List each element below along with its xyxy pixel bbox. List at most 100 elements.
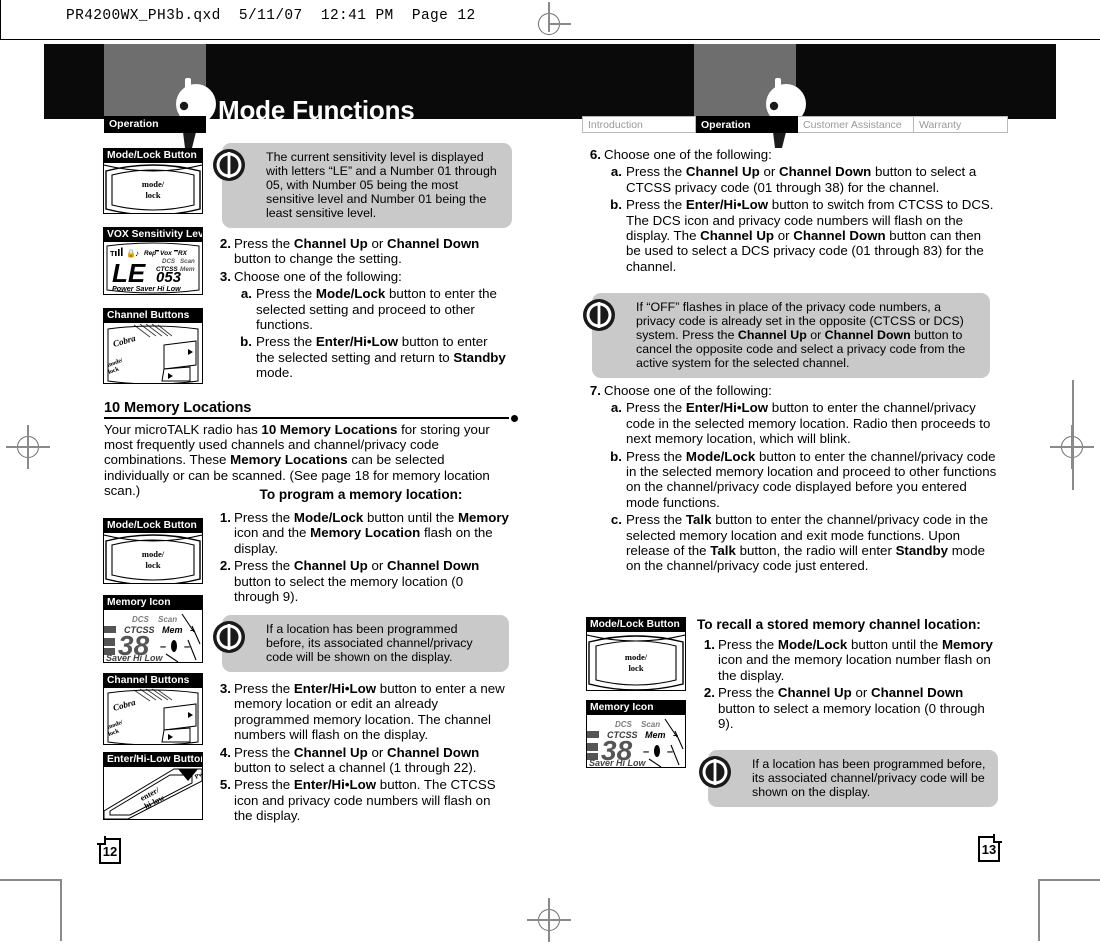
scan-edge-line bbox=[0, 0, 1, 40]
spine-tab-operation[interactable]: Operation bbox=[104, 116, 206, 133]
registration-mark-bottom bbox=[527, 898, 571, 942]
svg-text:mode/: mode/ bbox=[142, 549, 165, 559]
figure-caption: Mode/Lock Button bbox=[104, 519, 202, 533]
substep-number: b. bbox=[610, 448, 622, 464]
subheading-program-memory: To program a memory location: bbox=[259, 487, 463, 502]
tab-introduction[interactable]: Introduction bbox=[582, 116, 696, 133]
crop-line-bottom-left bbox=[0, 879, 60, 881]
note-sensitivity-level: The current sensitivity level is display… bbox=[213, 143, 512, 229]
figure-memory-icon-1: Memory Icon DCS Scan CTCSS Mem – 38 – – bbox=[103, 595, 203, 663]
substep-number: b. bbox=[240, 334, 252, 350]
section-heading: 10 Memory Locations bbox=[104, 400, 252, 416]
substep-item: b. Press the Mode/Lock button to enter t… bbox=[604, 449, 998, 511]
step-text: Press the Enter/Hi•Low button to enter a… bbox=[234, 681, 505, 743]
substep-item: a. Press the Channel Up or Channel Down … bbox=[604, 164, 998, 195]
crop-line-bottom-right-v bbox=[1038, 879, 1040, 941]
scan-header-text: PR4200WX_PH3b.qxd 5/11/07 12:41 PM Page … bbox=[66, 8, 476, 24]
substep-text: Press the Enter/Hi•Low button to enter t… bbox=[626, 400, 991, 447]
registration-mark-top bbox=[527, 2, 571, 46]
tab-warranty[interactable]: Warranty bbox=[914, 116, 1008, 133]
substeps-list: a. Press the Channel Up or Channel Down … bbox=[604, 164, 998, 274]
step-number: 2. bbox=[219, 236, 231, 251]
info-bulb-icon bbox=[212, 620, 246, 654]
substep-number: a. bbox=[610, 164, 622, 180]
svg-text:DCS: DCS bbox=[615, 720, 633, 729]
substeps-list: a. Press the Enter/Hi•Low button to ente… bbox=[604, 400, 998, 573]
figure-caption: Mode/Lock Button bbox=[104, 149, 202, 163]
step-text: Press the Mode/Lock button until the Mem… bbox=[718, 637, 993, 683]
tab-customer-assistance[interactable]: Customer Assistance bbox=[798, 116, 914, 133]
step-item: 5. Press the Enter/Hi•Low button. The CT… bbox=[213, 777, 509, 823]
figure-memory-icon-right: Memory Icon DCS Scan CTCSS Mem – 38 – – bbox=[586, 700, 686, 768]
steps-program-part1: 1. Press the Mode/Lock button until the … bbox=[213, 510, 509, 606]
substep-item: b. Press the Enter/Hi•Low button to swit… bbox=[604, 197, 998, 274]
figure-channel-buttons-1: Channel Buttons Cobra mode/ lock bbox=[103, 308, 203, 384]
info-bulb-icon bbox=[698, 755, 732, 789]
figure-caption: Enter/Hi-Low Button bbox=[104, 753, 202, 767]
svg-text:Mem: Mem bbox=[645, 730, 666, 740]
step-number: 2. bbox=[219, 558, 231, 574]
section-rule bbox=[104, 414, 518, 422]
substep-number: b. bbox=[610, 197, 622, 213]
figure-caption: Channel Buttons bbox=[104, 309, 202, 323]
step-item: 1. Press the Mode/Lock button until the … bbox=[697, 637, 1000, 683]
substeps-list: a. Press the Mode/Lock button to enter t… bbox=[234, 286, 509, 380]
svg-text:Scan: Scan bbox=[641, 720, 660, 729]
step-number: 6. bbox=[589, 147, 601, 162]
note-text: If a location has been programmed before… bbox=[752, 757, 986, 800]
figure-mode-lock-button-right: Mode/Lock Button mode/ lock bbox=[586, 617, 686, 691]
step-number: 1. bbox=[219, 510, 231, 525]
svg-text:Rep: Rep bbox=[144, 250, 156, 257]
figure-art-enter-hilow: enter/ hi-low Pw bbox=[104, 767, 202, 819]
step-text: Choose one of the following: bbox=[604, 147, 772, 162]
substep-number: a. bbox=[240, 286, 252, 302]
step-item: 7. Choose one of the following: a. Press… bbox=[583, 383, 998, 574]
substep-number: a. bbox=[610, 400, 622, 416]
svg-text:–: – bbox=[160, 641, 166, 653]
svg-text:Saver Hi Low: Saver Hi Low bbox=[106, 653, 164, 662]
steps-list-6: 6. Choose one of the following: a. Press… bbox=[583, 147, 998, 276]
substep-text: Press the Channel Up or Channel Down but… bbox=[626, 164, 977, 195]
manual-spread: PR4200WX_PH3b.qxd 5/11/07 12:41 PM Page … bbox=[0, 0, 1100, 950]
step-number: 7. bbox=[589, 383, 601, 398]
note-off-flashes: If “OFF” flashes in place of the privacy… bbox=[583, 293, 990, 379]
figure-caption: VOX Sensitivity Level bbox=[104, 228, 202, 242]
substep-text: Press the Mode/Lock button to enter the … bbox=[256, 286, 497, 333]
figure-art-channel-buttons: Cobra mode/ lock bbox=[104, 688, 202, 744]
crop-line-bottom-left-v bbox=[60, 879, 62, 941]
note-location-programmed-right: If a location has been programmed before… bbox=[699, 750, 998, 808]
substep-number: c. bbox=[610, 512, 622, 528]
crop-line-bottom-right bbox=[1040, 879, 1100, 881]
svg-text:mode/: mode/ bbox=[142, 179, 165, 189]
svg-text:Scan: Scan bbox=[180, 258, 195, 265]
substep-text: Press the Mode/Lock button to enter the … bbox=[626, 448, 997, 510]
section-10-memory-locations: 10 Memory Locations Your microTALK radio… bbox=[104, 400, 518, 498]
step-number: 3. bbox=[219, 268, 231, 284]
page-title: Mode Functions bbox=[218, 95, 415, 125]
figure-art-lcd-vox: T 🔒 ♪ Rep Vox RX DCS Scan CTCSS Mem LE 0… bbox=[104, 242, 202, 294]
note-text: If a location has been programmed before… bbox=[266, 622, 473, 665]
page-number: 12 bbox=[102, 843, 118, 859]
figure-art-lcd-memory: DCS Scan CTCSS Mem – 38 – – Saver Hi Low bbox=[587, 715, 685, 767]
page-number-badge-left: 12 bbox=[97, 836, 124, 867]
step-text: Choose one of the following: bbox=[604, 383, 772, 398]
subheading-recall-memory: To recall a stored memory channel locati… bbox=[697, 617, 981, 632]
page-number-badge-right: 13 bbox=[975, 834, 1002, 865]
svg-text:lock: lock bbox=[628, 663, 643, 673]
step-number: 1. bbox=[703, 637, 715, 652]
svg-text:–: – bbox=[643, 746, 649, 758]
step-item: 4. Press the Channel Up or Channel Down … bbox=[213, 745, 509, 776]
note-text: The current sensitivity level is display… bbox=[266, 150, 497, 221]
substep-item: a. Press the Enter/Hi•Low button to ente… bbox=[604, 400, 998, 446]
step-text: Press the Channel Up or Channel Down but… bbox=[718, 685, 985, 732]
steps-recall: 1. Press the Mode/Lock button until the … bbox=[697, 637, 1000, 733]
tab-operation[interactable]: Operation bbox=[696, 116, 798, 133]
figure-art-mode-lock: mode/ lock bbox=[104, 533, 202, 583]
step-text: Press the Mode/Lock button until the Mem… bbox=[234, 510, 509, 556]
svg-text:mode/: mode/ bbox=[625, 652, 648, 662]
svg-text:DCS: DCS bbox=[132, 615, 150, 624]
step-item: 2. Press the Channel Up or Channel Down … bbox=[213, 558, 509, 604]
step-item: 2. Press the Channel Up or Channel Down … bbox=[697, 685, 1000, 731]
svg-text:Scan: Scan bbox=[158, 615, 177, 624]
figure-mode-lock-button-2: Mode/Lock Button mode/ lock bbox=[103, 518, 203, 584]
